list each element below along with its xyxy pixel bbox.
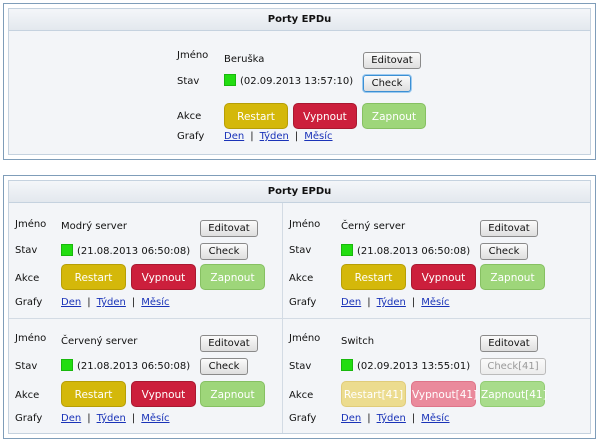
graph-link-week[interactable]: Týden — [377, 297, 406, 308]
name-label: Jméno — [289, 219, 321, 230]
state-value: (02.09.2013 13:55:01) — [341, 359, 470, 372]
graph-link-week[interactable]: Týden — [377, 413, 406, 424]
port-name: Switch — [341, 336, 375, 347]
state-value: (02.09.2013 13:57:10) — [224, 74, 353, 87]
off-button[interactable]: Vypnout — [131, 381, 196, 407]
on-button[interactable]: Zapnout — [200, 264, 265, 290]
graphs-label: Grafy — [177, 131, 205, 142]
state-timestamp: (21.08.2013 06:50:08) — [77, 246, 191, 257]
graph-link-month[interactable]: Měsíc — [421, 413, 449, 424]
name-label: Jméno — [289, 333, 321, 344]
on-button[interactable]: Zapnout — [480, 264, 545, 290]
top-ports-panel: Porty EPDu Jméno Beruška Editovat Stav (… — [3, 3, 596, 160]
edit-button[interactable]: Editovat — [200, 220, 258, 237]
port-cell-cerveny-server: Jméno Červený server Editovat Stav (21.0… — [9, 319, 282, 429]
port-name: Černý server — [341, 221, 406, 232]
actions-label: Akce — [289, 273, 314, 284]
status-square-icon — [341, 359, 353, 371]
restart-button[interactable]: Restart — [61, 264, 126, 290]
graph-link-day[interactable]: Den — [224, 131, 244, 142]
graph-link-week[interactable]: Týden — [97, 297, 126, 308]
off-button-disabled[interactable]: Vypnout[41] — [411, 381, 477, 407]
graphs-label: Grafy — [289, 413, 317, 424]
port-cell-switch: Jméno Switch Editovat Stav (02.09.2013 1… — [283, 319, 593, 429]
graph-link-month[interactable]: Měsíc — [141, 413, 169, 424]
on-button[interactable]: Zapnout — [200, 381, 265, 407]
graphs-label: Grafy — [15, 297, 43, 308]
port-name: Beruška — [224, 54, 265, 65]
state-label: Stav — [289, 361, 312, 372]
actions-label: Akce — [15, 390, 40, 401]
on-button[interactable]: Zapnout — [362, 103, 426, 129]
status-square-icon — [61, 359, 73, 371]
restart-button[interactable]: Restart — [61, 381, 126, 407]
panel-title: Porty EPDu — [9, 181, 590, 203]
graph-link-month[interactable]: Měsíc — [141, 297, 169, 308]
graphs-label: Grafy — [289, 297, 317, 308]
graph-link-day[interactable]: Den — [341, 413, 361, 424]
graph-links: Den | Týden | Měsíc — [61, 297, 170, 308]
state-timestamp: (02.09.2013 13:57:10) — [240, 76, 354, 87]
graph-links: Den | Týden | Měsíc — [61, 413, 170, 424]
off-button[interactable]: Vypnout — [411, 264, 476, 290]
off-button[interactable]: Vypnout — [131, 264, 196, 290]
check-button[interactable]: Check — [363, 75, 411, 92]
off-button[interactable]: Vypnout — [293, 103, 357, 129]
bottom-ports-panel-inner: Porty EPDu Jméno Modrý server Editovat S… — [8, 180, 591, 434]
status-square-icon — [61, 244, 73, 256]
port-cell-berushka: Jméno Beruška Editovat Stav (02.09.2013 … — [9, 31, 590, 154]
state-label: Stav — [289, 245, 312, 256]
state-value: (21.08.2013 06:50:08) — [61, 359, 190, 372]
on-button-disabled[interactable]: Zapnout[41] — [480, 381, 547, 407]
edit-button[interactable]: Editovat — [363, 52, 421, 69]
graph-link-day[interactable]: Den — [341, 297, 361, 308]
edit-button[interactable]: Editovat — [480, 335, 538, 352]
name-label: Jméno — [15, 219, 47, 230]
actions-label: Akce — [177, 111, 202, 122]
graph-link-day[interactable]: Den — [61, 413, 81, 424]
edit-button[interactable]: Editovat — [480, 220, 538, 237]
check-button[interactable]: Check — [480, 243, 528, 260]
state-timestamp: (02.09.2013 13:55:01) — [357, 361, 471, 372]
state-label: Stav — [15, 361, 38, 372]
restart-button-disabled[interactable]: Restart[41] — [341, 381, 406, 407]
graph-links: Den | Týden | Měsíc — [224, 131, 333, 142]
state-value: (21.08.2013 06:50:08) — [61, 244, 190, 257]
graph-link-day[interactable]: Den — [61, 297, 81, 308]
graph-links: Den | Týden | Měsíc — [341, 297, 450, 308]
port-name: Modrý server — [61, 221, 127, 232]
port-name: Červený server — [61, 336, 138, 347]
bottom-ports-panel: Porty EPDu Jméno Modrý server Editovat S… — [3, 175, 596, 439]
graph-link-week[interactable]: Týden — [97, 413, 126, 424]
state-timestamp: (21.08.2013 06:50:08) — [77, 361, 191, 372]
graph-link-month[interactable]: Měsíc — [421, 297, 449, 308]
status-square-icon — [341, 244, 353, 256]
check-button-disabled[interactable]: Check[41] — [480, 358, 546, 375]
panel-title: Porty EPDu — [9, 9, 590, 31]
restart-button[interactable]: Restart — [224, 103, 288, 129]
edit-button[interactable]: Editovat — [200, 335, 258, 352]
graphs-label: Grafy — [15, 413, 43, 424]
port-cell-cerny-server: Jméno Černý server Editovat Stav (21.08.… — [283, 203, 593, 318]
state-label: Stav — [15, 245, 38, 256]
state-value: (21.08.2013 06:50:08) — [341, 244, 470, 257]
name-label: Jméno — [15, 333, 47, 344]
state-timestamp: (21.08.2013 06:50:08) — [357, 246, 471, 257]
graph-link-month[interactable]: Měsíc — [304, 131, 332, 142]
top-ports-panel-inner: Porty EPDu Jméno Beruška Editovat Stav (… — [8, 8, 591, 155]
restart-button[interactable]: Restart — [341, 264, 406, 290]
name-label: Jméno — [177, 50, 209, 61]
status-square-icon — [224, 74, 236, 86]
state-label: Stav — [177, 76, 200, 87]
check-button[interactable]: Check — [200, 358, 248, 375]
graph-link-week[interactable]: Týden — [260, 131, 289, 142]
port-cell-modry-server: Jméno Modrý server Editovat Stav (21.08.… — [9, 203, 282, 318]
actions-label: Akce — [15, 273, 40, 284]
actions-label: Akce — [289, 390, 314, 401]
check-button[interactable]: Check — [200, 243, 248, 260]
graph-links: Den | Týden | Měsíc — [341, 413, 450, 424]
